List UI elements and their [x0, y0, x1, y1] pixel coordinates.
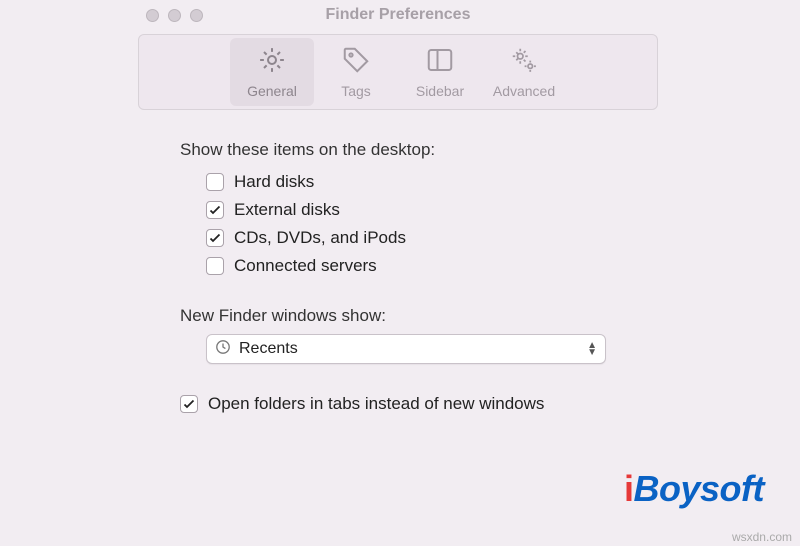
option-label: Open folders in tabs instead of new wind…: [208, 394, 544, 414]
popup-selected-label: Recents: [239, 340, 298, 358]
gears-icon: [509, 45, 539, 80]
option-open-in-tabs[interactable]: Open folders in tabs instead of new wind…: [180, 390, 626, 418]
gear-icon: [257, 45, 287, 80]
preferences-window: Finder Preferences General Tags: [128, 0, 668, 428]
option-label: Connected servers: [234, 256, 377, 276]
tab-sidebar[interactable]: Sidebar: [398, 38, 482, 106]
option-connected-servers[interactable]: Connected servers: [180, 252, 626, 280]
sidebar-icon: [425, 45, 455, 80]
window-title: Finder Preferences: [128, 6, 668, 24]
tab-tags[interactable]: Tags: [314, 38, 398, 106]
toolbar: General Tags Sidebar: [138, 34, 658, 110]
option-cds-dvds-ipods[interactable]: CDs, DVDs, and iPods: [180, 224, 626, 252]
option-hard-disks[interactable]: Hard disks: [180, 168, 626, 196]
titlebar: Finder Preferences: [128, 0, 668, 30]
watermark: iBoysoft: [624, 468, 764, 510]
checkbox[interactable]: [206, 257, 224, 275]
option-label: Hard disks: [234, 172, 314, 192]
tab-label: Sidebar: [416, 83, 464, 99]
desktop-items-label: Show these items on the desktop:: [180, 140, 626, 160]
clock-icon: [215, 339, 231, 360]
checkbox[interactable]: [206, 173, 224, 191]
new-windows-label: New Finder windows show:: [180, 306, 626, 326]
new-windows-popup[interactable]: Recents ▲▼: [206, 334, 606, 364]
tab-general[interactable]: General: [230, 38, 314, 106]
tab-advanced[interactable]: Advanced: [482, 38, 566, 106]
checkbox[interactable]: [180, 395, 198, 413]
checkbox[interactable]: [206, 201, 224, 219]
footer-source: wsxdn.com: [732, 530, 792, 544]
checkbox[interactable]: [206, 229, 224, 247]
tab-label: General: [247, 83, 297, 99]
option-label: External disks: [234, 200, 340, 220]
tab-label: Tags: [341, 83, 371, 99]
tag-icon: [341, 45, 371, 80]
tab-label: Advanced: [493, 83, 555, 99]
general-pane: Show these items on the desktop: Hard di…: [128, 110, 668, 428]
option-external-disks[interactable]: External disks: [180, 196, 626, 224]
option-label: CDs, DVDs, and iPods: [234, 228, 406, 248]
chevron-updown-icon: ▲▼: [587, 342, 597, 356]
